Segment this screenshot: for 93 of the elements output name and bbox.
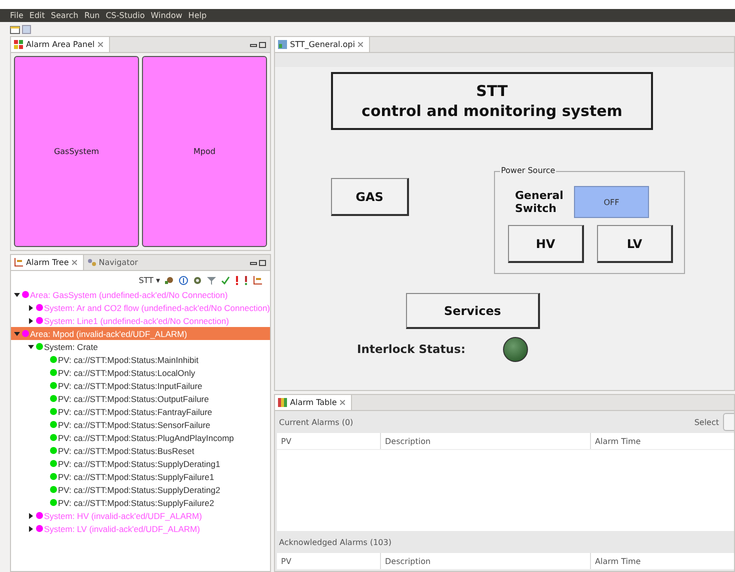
menu-item[interactable]: File	[10, 11, 24, 20]
tree-icon[interactable]	[253, 276, 262, 284]
select-label: Select	[694, 418, 719, 426]
tree-item[interactable]: PV: ca://STT:Mpod:Status:SupplyFailure2	[11, 496, 270, 509]
close-icon[interactable]	[358, 42, 363, 47]
display-icon	[278, 40, 287, 49]
menu-item[interactable]: Search	[50, 11, 78, 20]
new-window-icon[interactable]	[10, 24, 20, 34]
expand-arrow-icon[interactable]	[28, 304, 35, 310]
minimize-maximize-icon[interactable]	[250, 260, 266, 266]
tree-icon	[14, 258, 23, 267]
menu-item[interactable]: CS-Studio	[106, 11, 145, 20]
tree-item[interactable]: PV: ca://STT:Mpod:Status:PlugAndPlayIncomp	[11, 431, 270, 444]
expand-arrow-icon[interactable]	[14, 292, 21, 298]
tree-item[interactable]: PV: ca://STT:Mpod:Status:FantrayFailure	[11, 405, 270, 418]
menu-item[interactable]: Edit	[29, 11, 45, 20]
tree-item[interactable]: PV: ca://STT:Mpod:Status:OutputFailure	[11, 392, 270, 405]
services-button[interactable]: Services	[406, 293, 540, 329]
tree-item-label: System: Line1 (undefined-ack'ed/No Connection)	[44, 316, 229, 326]
exclamation-icon[interactable]	[235, 276, 239, 284]
lv-button[interactable]: LV	[597, 225, 673, 263]
tree-item-label: PV: ca://STT:Mpod:Status:BusReset	[58, 446, 194, 456]
tree-item-label: System: HV (invalid-ack'ed/UDF_ALARM)	[44, 510, 202, 520]
tree-item-label: PV: ca://STT:Mpod:Status:SensorFailure	[58, 420, 210, 430]
minimize-maximize-icon[interactable]	[250, 42, 266, 48]
editor-tab[interactable]: STT_General.opi	[275, 37, 370, 52]
section-label: Current Alarms (0)	[279, 418, 354, 426]
tree-item-label: PV: ca://STT:Mpod:Status:SupplyDerating1	[58, 458, 220, 468]
menu-item[interactable]: Run	[84, 11, 100, 20]
menu-item[interactable]: Help	[188, 11, 207, 20]
group-label: Power Source	[500, 166, 556, 175]
section-label: Acknowledged Alarms (103)	[279, 538, 392, 546]
navigator-icon	[86, 258, 96, 267]
view-tab[interactable]: Alarm Table	[275, 395, 352, 410]
expand-arrow-icon[interactable]	[28, 318, 35, 324]
filter-icon[interactable]	[207, 276, 216, 284]
tree-item[interactable]: PV: ca://STT:Mpod:Status:SensorFailure	[11, 418, 270, 431]
tree-item-label: System: Crate	[44, 342, 98, 352]
alarm-area-tile[interactable]: Mpod	[142, 56, 267, 247]
view-tab[interactable]: Alarm Tree	[11, 255, 84, 270]
tree-item[interactable]: System: Crate	[11, 340, 270, 353]
view-tab[interactable]: Alarm Area Panel	[11, 37, 110, 52]
info-icon[interactable]	[179, 276, 188, 284]
menu-item[interactable]: Window	[150, 11, 182, 20]
tree-item-label: Area: Mpod (invalid-ack'ed/UDF_ALARM)	[30, 328, 188, 338]
tree-item-label: PV: ca://STT:Mpod:Status:SupplyFailure1	[58, 472, 214, 482]
tree-item-label: PV: ca://STT:Mpod:Status:PlugAndPlayIncomp	[58, 432, 234, 442]
tree-item-label: PV: ca://STT:Mpod:Status:LocalOnly	[58, 368, 196, 378]
switch-label: General Switch	[515, 189, 564, 215]
tree-item-label: System: Ar and CO2 flow (undefined-ack'ed/No Connection)	[44, 302, 270, 312]
column-header[interactable]: Alarm Time	[591, 433, 734, 449]
select-field[interactable]	[723, 413, 734, 431]
view-tab[interactable]: Navigator	[84, 255, 144, 270]
tree-item[interactable]: PV: ca://STT:Mpod:Status:BusReset	[11, 444, 270, 457]
checkmark-icon[interactable]	[221, 276, 230, 284]
tree-item[interactable]: PV: ca://STT:Mpod:Status:MainInhibit	[11, 353, 270, 366]
table-icon	[278, 398, 287, 407]
tree-item[interactable]: PV: ca://STT:Mpod:Status:InputFailure	[11, 379, 270, 392]
tree-item-label: PV: ca://STT:Mpod:Status:OutputFailure	[58, 394, 209, 404]
column-header[interactable]: Description	[381, 553, 591, 569]
alarm-area-tile[interactable]: GasSystem	[14, 56, 139, 247]
close-icon[interactable]	[98, 42, 103, 47]
close-icon[interactable]	[340, 400, 345, 405]
tree-item[interactable]: PV: ca://STT:Mpod:Status:SupplyDerating1	[11, 457, 270, 470]
tree-item-label: System: LV (invalid-ack'ed/UDF_ALARM)	[44, 524, 200, 534]
gear-icon[interactable]	[193, 276, 202, 284]
column-header[interactable]: PV	[277, 433, 381, 449]
display-title: STT control and monitoring system	[331, 72, 653, 130]
column-header[interactable]: Description	[381, 433, 591, 449]
column-header[interactable]: PV	[277, 553, 381, 569]
expand-arrow-icon[interactable]	[28, 344, 35, 350]
configuration-dropdown[interactable]: STT ▾	[138, 276, 160, 284]
tree-item-label: PV: ca://STT:Mpod:Status:InputFailure	[58, 380, 202, 390]
expand-arrow-icon[interactable]	[28, 512, 35, 518]
tree-item-label: Area: GasSystem (undefined-ack'ed/No Connection)	[30, 290, 228, 300]
tool-icon[interactable]	[165, 276, 174, 284]
exclamation-icon[interactable]	[244, 276, 248, 284]
toggle-button[interactable]: OFF	[574, 186, 649, 218]
close-icon[interactable]	[72, 260, 77, 265]
interlock-label: Interlock Status:	[357, 342, 466, 356]
tree-item-label: PV: ca://STT:Mpod:Status:SupplyDerating2	[58, 484, 220, 494]
column-header[interactable]: Alarm Time	[591, 553, 734, 569]
tree-item-label: PV: ca://STT:Mpod:Status:SupplyFailure2	[58, 498, 214, 508]
tree-item[interactable]: PV: ca://STT:Mpod:Status:SupplyFailure1	[11, 470, 270, 483]
tree-item-label: PV: ca://STT:Mpod:Status:FantrayFailure	[58, 406, 212, 416]
expand-arrow-icon[interactable]	[28, 526, 35, 532]
expand-arrow-icon[interactable]	[14, 330, 21, 336]
gas-button[interactable]: GAS	[331, 178, 409, 216]
tree-item[interactable]: PV: ca://STT:Mpod:Status:LocalOnly	[11, 366, 270, 379]
grid-icon	[14, 40, 23, 49]
tree-item-label: PV: ca://STT:Mpod:Status:MainInhibit	[58, 354, 198, 364]
tree-item[interactable]: PV: ca://STT:Mpod:Status:SupplyDerating2	[11, 483, 270, 496]
hv-button[interactable]: HV	[508, 225, 584, 263]
